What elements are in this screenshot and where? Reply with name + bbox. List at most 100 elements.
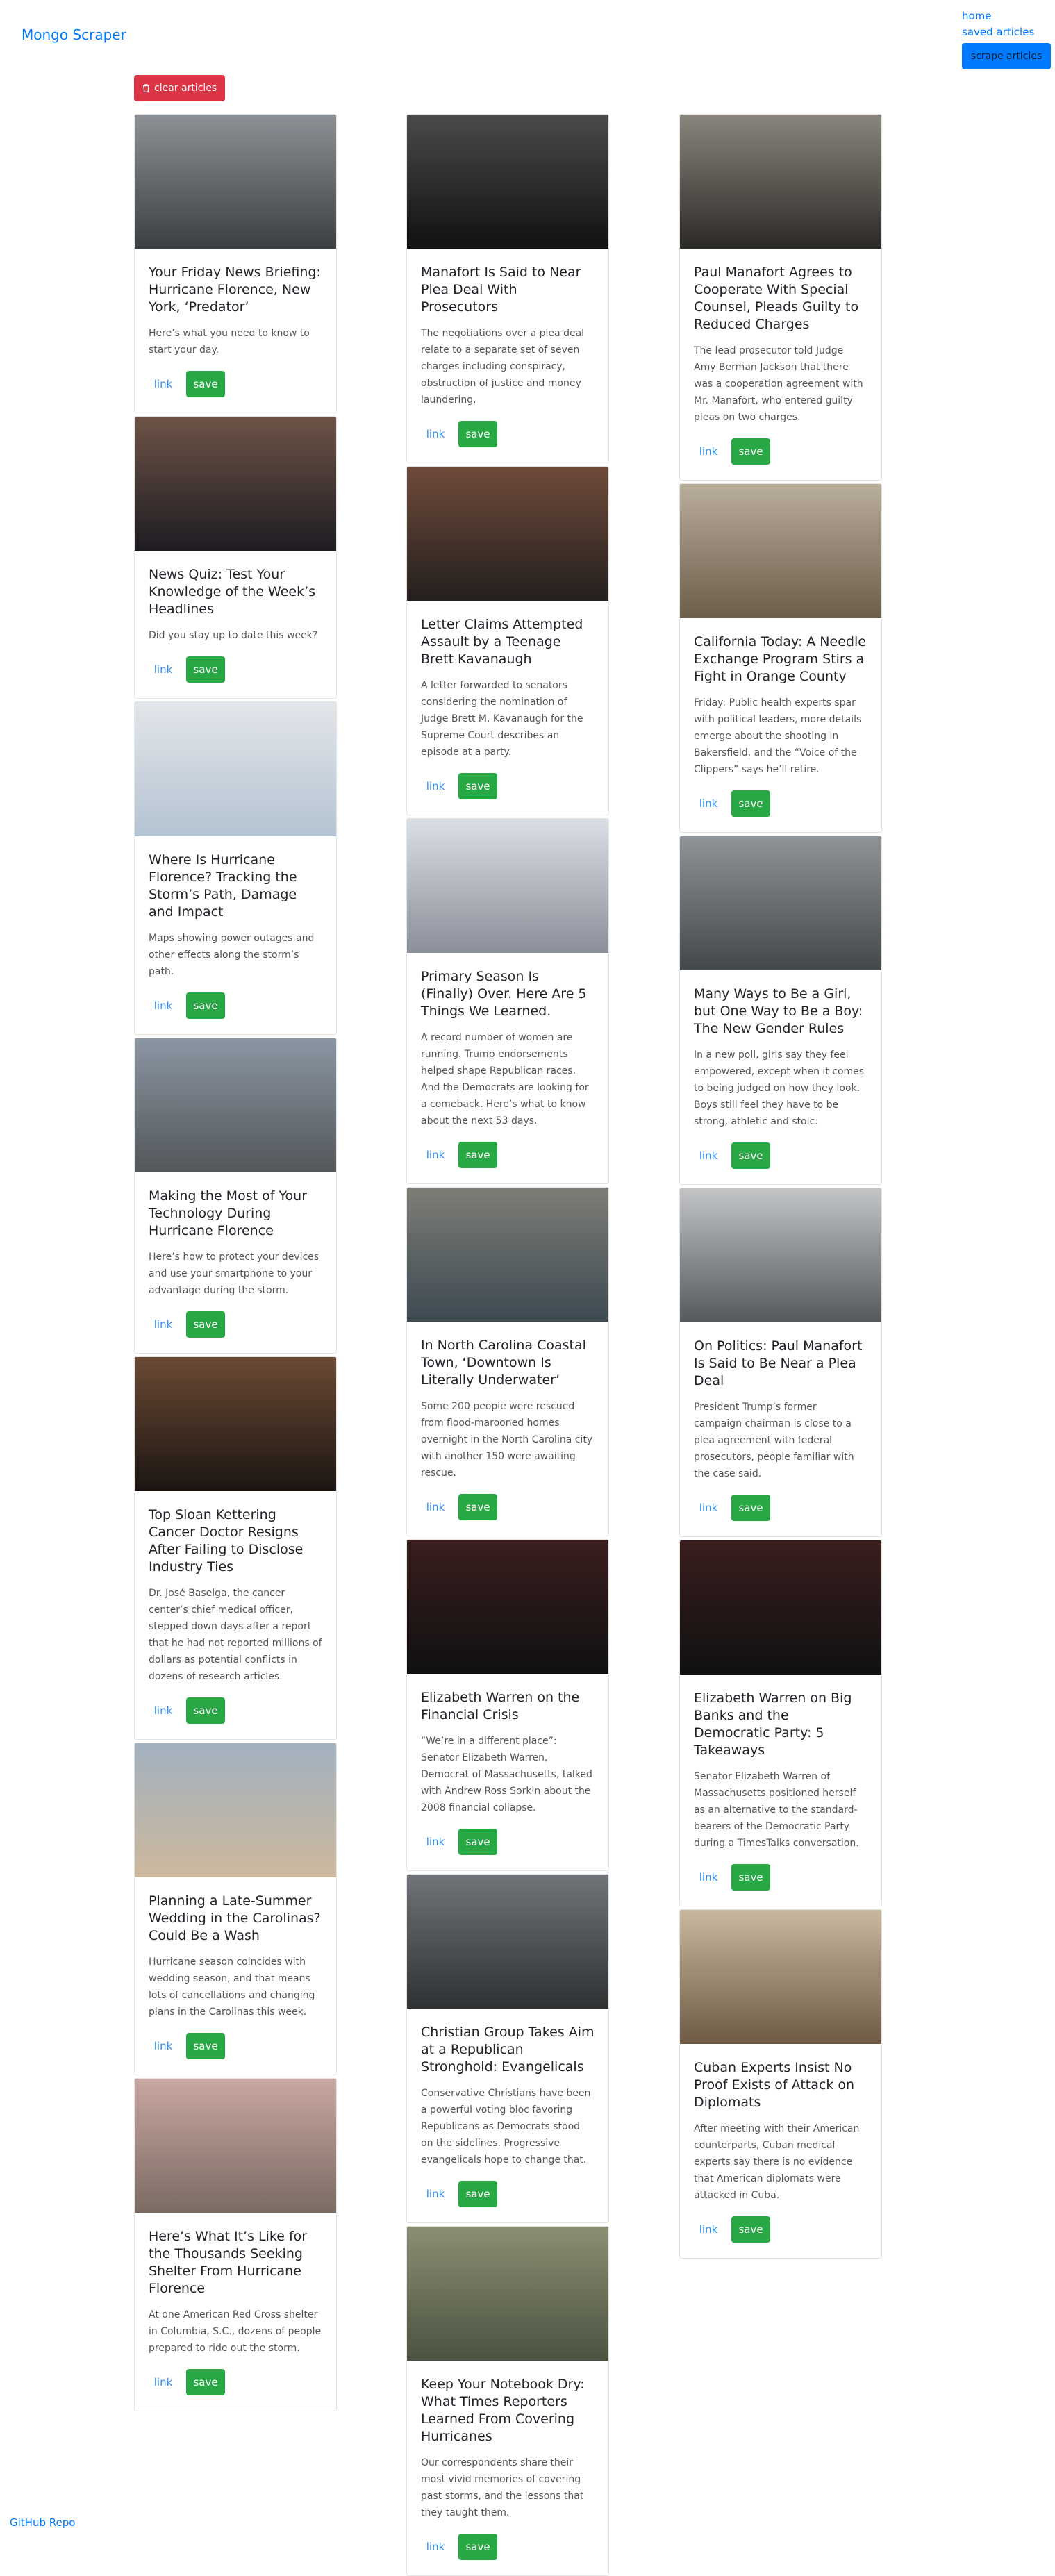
article-card: Planning a Late-Summer Wedding in the Ca… [134, 1743, 337, 2075]
article-card: Letter Claims Attempted Assault by a Tee… [406, 466, 609, 815]
article-title: Paul Manafort Agrees to Cooperate With S… [694, 265, 859, 332]
save-article-button[interactable]: save [731, 1864, 770, 1891]
photo-placeholder [407, 2227, 608, 2361]
save-article-button[interactable]: save [186, 992, 225, 1019]
article-summary: Here’s how to protect your devices and u… [149, 1252, 319, 1296]
article-column-2: Manafort Is Said to Near Plea Deal With … [406, 114, 609, 2576]
nav-home-link[interactable]: home [962, 8, 1052, 24]
article-summary: Senator Elizabeth Warren of Massachusett… [694, 1771, 859, 1849]
article-summary: The negotiations over a plea deal relate… [421, 328, 585, 406]
article-title: Here’s What It’s Like for the Thousands … [149, 2229, 308, 2296]
save-article-button[interactable]: save [186, 371, 225, 397]
article-link[interactable]: link [694, 797, 723, 810]
save-article-button[interactable]: save [186, 2369, 225, 2395]
article-image [135, 1038, 336, 1172]
article-title: Keep Your Notebook Dry: What Times Repor… [421, 2377, 585, 2444]
article-title: Top Sloan Kettering Cancer Doctor Resign… [149, 1507, 304, 1574]
article-summary: Some 200 people were rescued from flood-… [421, 1401, 593, 1479]
scrape-articles-button[interactable]: scrape articles [962, 43, 1051, 69]
github-repo-link[interactable]: GitHub Repo [10, 2516, 75, 2529]
article-summary: Hurricane season coincides with wedding … [149, 1956, 315, 2018]
save-article-button[interactable]: save [731, 1495, 770, 1521]
article-summary: President Trump’s former campaign chairm… [694, 1402, 854, 1479]
photo-placeholder [407, 1540, 608, 1674]
article-link[interactable]: link [694, 2223, 723, 2236]
article-image [680, 484, 881, 618]
article-image [680, 1910, 881, 2044]
article-summary: Here’s what you need to know to start yo… [149, 328, 310, 356]
article-link[interactable]: link [421, 2541, 450, 2553]
article-link[interactable]: link [149, 999, 178, 1012]
article-title: Elizabeth Warren on the Financial Crisis [421, 1690, 580, 1722]
article-link[interactable]: link [694, 1502, 723, 1514]
article-link[interactable]: link [694, 445, 723, 458]
article-link[interactable]: link [421, 780, 450, 792]
save-article-button[interactable]: save [458, 2181, 497, 2207]
photo-placeholder [680, 484, 881, 618]
article-link[interactable]: link [149, 663, 178, 676]
brand-link[interactable]: Mongo Scraper [22, 26, 126, 43]
save-article-button[interactable]: save [731, 2216, 770, 2243]
save-article-button[interactable]: save [731, 790, 770, 817]
article-summary: After meeting with their American counte… [694, 2123, 860, 2201]
article-title: Your Friday News Briefing: Hurricane Flo… [149, 265, 321, 315]
article-card: Making the Most of Your Technology Durin… [134, 1038, 337, 1354]
article-summary: Did you stay up to date this week? [149, 630, 318, 641]
article-card: Paul Manafort Agrees to Cooperate With S… [679, 114, 882, 481]
article-card: Primary Season Is (Finally) Over. Here A… [406, 818, 609, 1184]
clear-articles-button[interactable]: clear articles [134, 75, 226, 101]
article-summary: Dr. José Baselga, the cancer center’s ch… [149, 1588, 322, 1682]
article-image [135, 2079, 336, 2213]
save-article-button[interactable]: save [186, 1311, 225, 1338]
article-link[interactable]: link [421, 428, 450, 440]
article-link[interactable]: link [149, 2040, 178, 2052]
article-title: California Today: A Needle Exchange Prog… [694, 634, 866, 684]
article-summary: The lead prosecutor told Judge Amy Berma… [694, 345, 863, 423]
photo-placeholder [680, 1910, 881, 2044]
article-image [407, 1875, 608, 2009]
article-link[interactable]: link [421, 2188, 450, 2200]
save-article-button[interactable]: save [186, 656, 225, 683]
save-article-button[interactable]: save [731, 1142, 770, 1169]
article-card: Elizabeth Warren on Big Banks and the De… [679, 1540, 882, 1906]
save-article-button[interactable]: save [458, 1494, 497, 1520]
article-title: Primary Season Is (Finally) Over. Here A… [421, 969, 587, 1019]
photo-placeholder [680, 1188, 881, 1322]
article-link[interactable]: link [694, 1149, 723, 1162]
article-summary: A letter forwarded to senators consideri… [421, 680, 583, 758]
photo-placeholder [135, 1743, 336, 1877]
save-article-button[interactable]: save [458, 1142, 497, 1168]
article-link[interactable]: link [149, 1704, 178, 1717]
save-article-button[interactable]: save [458, 2534, 497, 2560]
save-article-button[interactable]: save [731, 438, 770, 465]
article-summary: At one American Red Cross shelter in Col… [149, 2309, 322, 2354]
save-article-button[interactable]: save [186, 1697, 225, 1724]
save-article-button[interactable]: save [458, 421, 497, 447]
save-article-button[interactable]: save [458, 773, 497, 799]
article-card: In North Carolina Coastal Town, ‘Downtow… [406, 1187, 609, 1536]
article-card: Keep Your Notebook Dry: What Times Repor… [406, 2226, 609, 2576]
article-link[interactable]: link [149, 378, 178, 390]
nav-saved-articles-link[interactable]: saved articles [962, 24, 1052, 40]
photo-placeholder [135, 115, 336, 249]
article-image [407, 115, 608, 249]
article-link[interactable]: link [149, 1318, 178, 1331]
photo-placeholder [135, 417, 336, 551]
article-title: Cuban Experts Insist No Proof Exists of … [694, 2060, 855, 2110]
save-article-button[interactable]: save [186, 2033, 225, 2059]
article-link[interactable]: link [421, 1501, 450, 1513]
article-summary: “We’re in a different place”: Senator El… [421, 1736, 592, 1813]
article-link[interactable]: link [149, 2376, 178, 2388]
trash-icon [142, 84, 150, 92]
article-link[interactable]: link [421, 1149, 450, 1161]
article-card: Christian Group Takes Aim at a Republica… [406, 1874, 609, 2223]
article-image [407, 467, 608, 601]
article-title: Planning a Late-Summer Wedding in the Ca… [149, 1893, 321, 1943]
article-link[interactable]: link [421, 1836, 450, 1848]
article-title: On Politics: Paul Manafort Is Said to Be… [694, 1338, 863, 1388]
photo-placeholder [135, 702, 336, 836]
save-article-button[interactable]: save [458, 1829, 497, 1855]
photo-placeholder [407, 819, 608, 953]
photo-placeholder [680, 1540, 881, 1675]
article-link[interactable]: link [694, 1871, 723, 1884]
